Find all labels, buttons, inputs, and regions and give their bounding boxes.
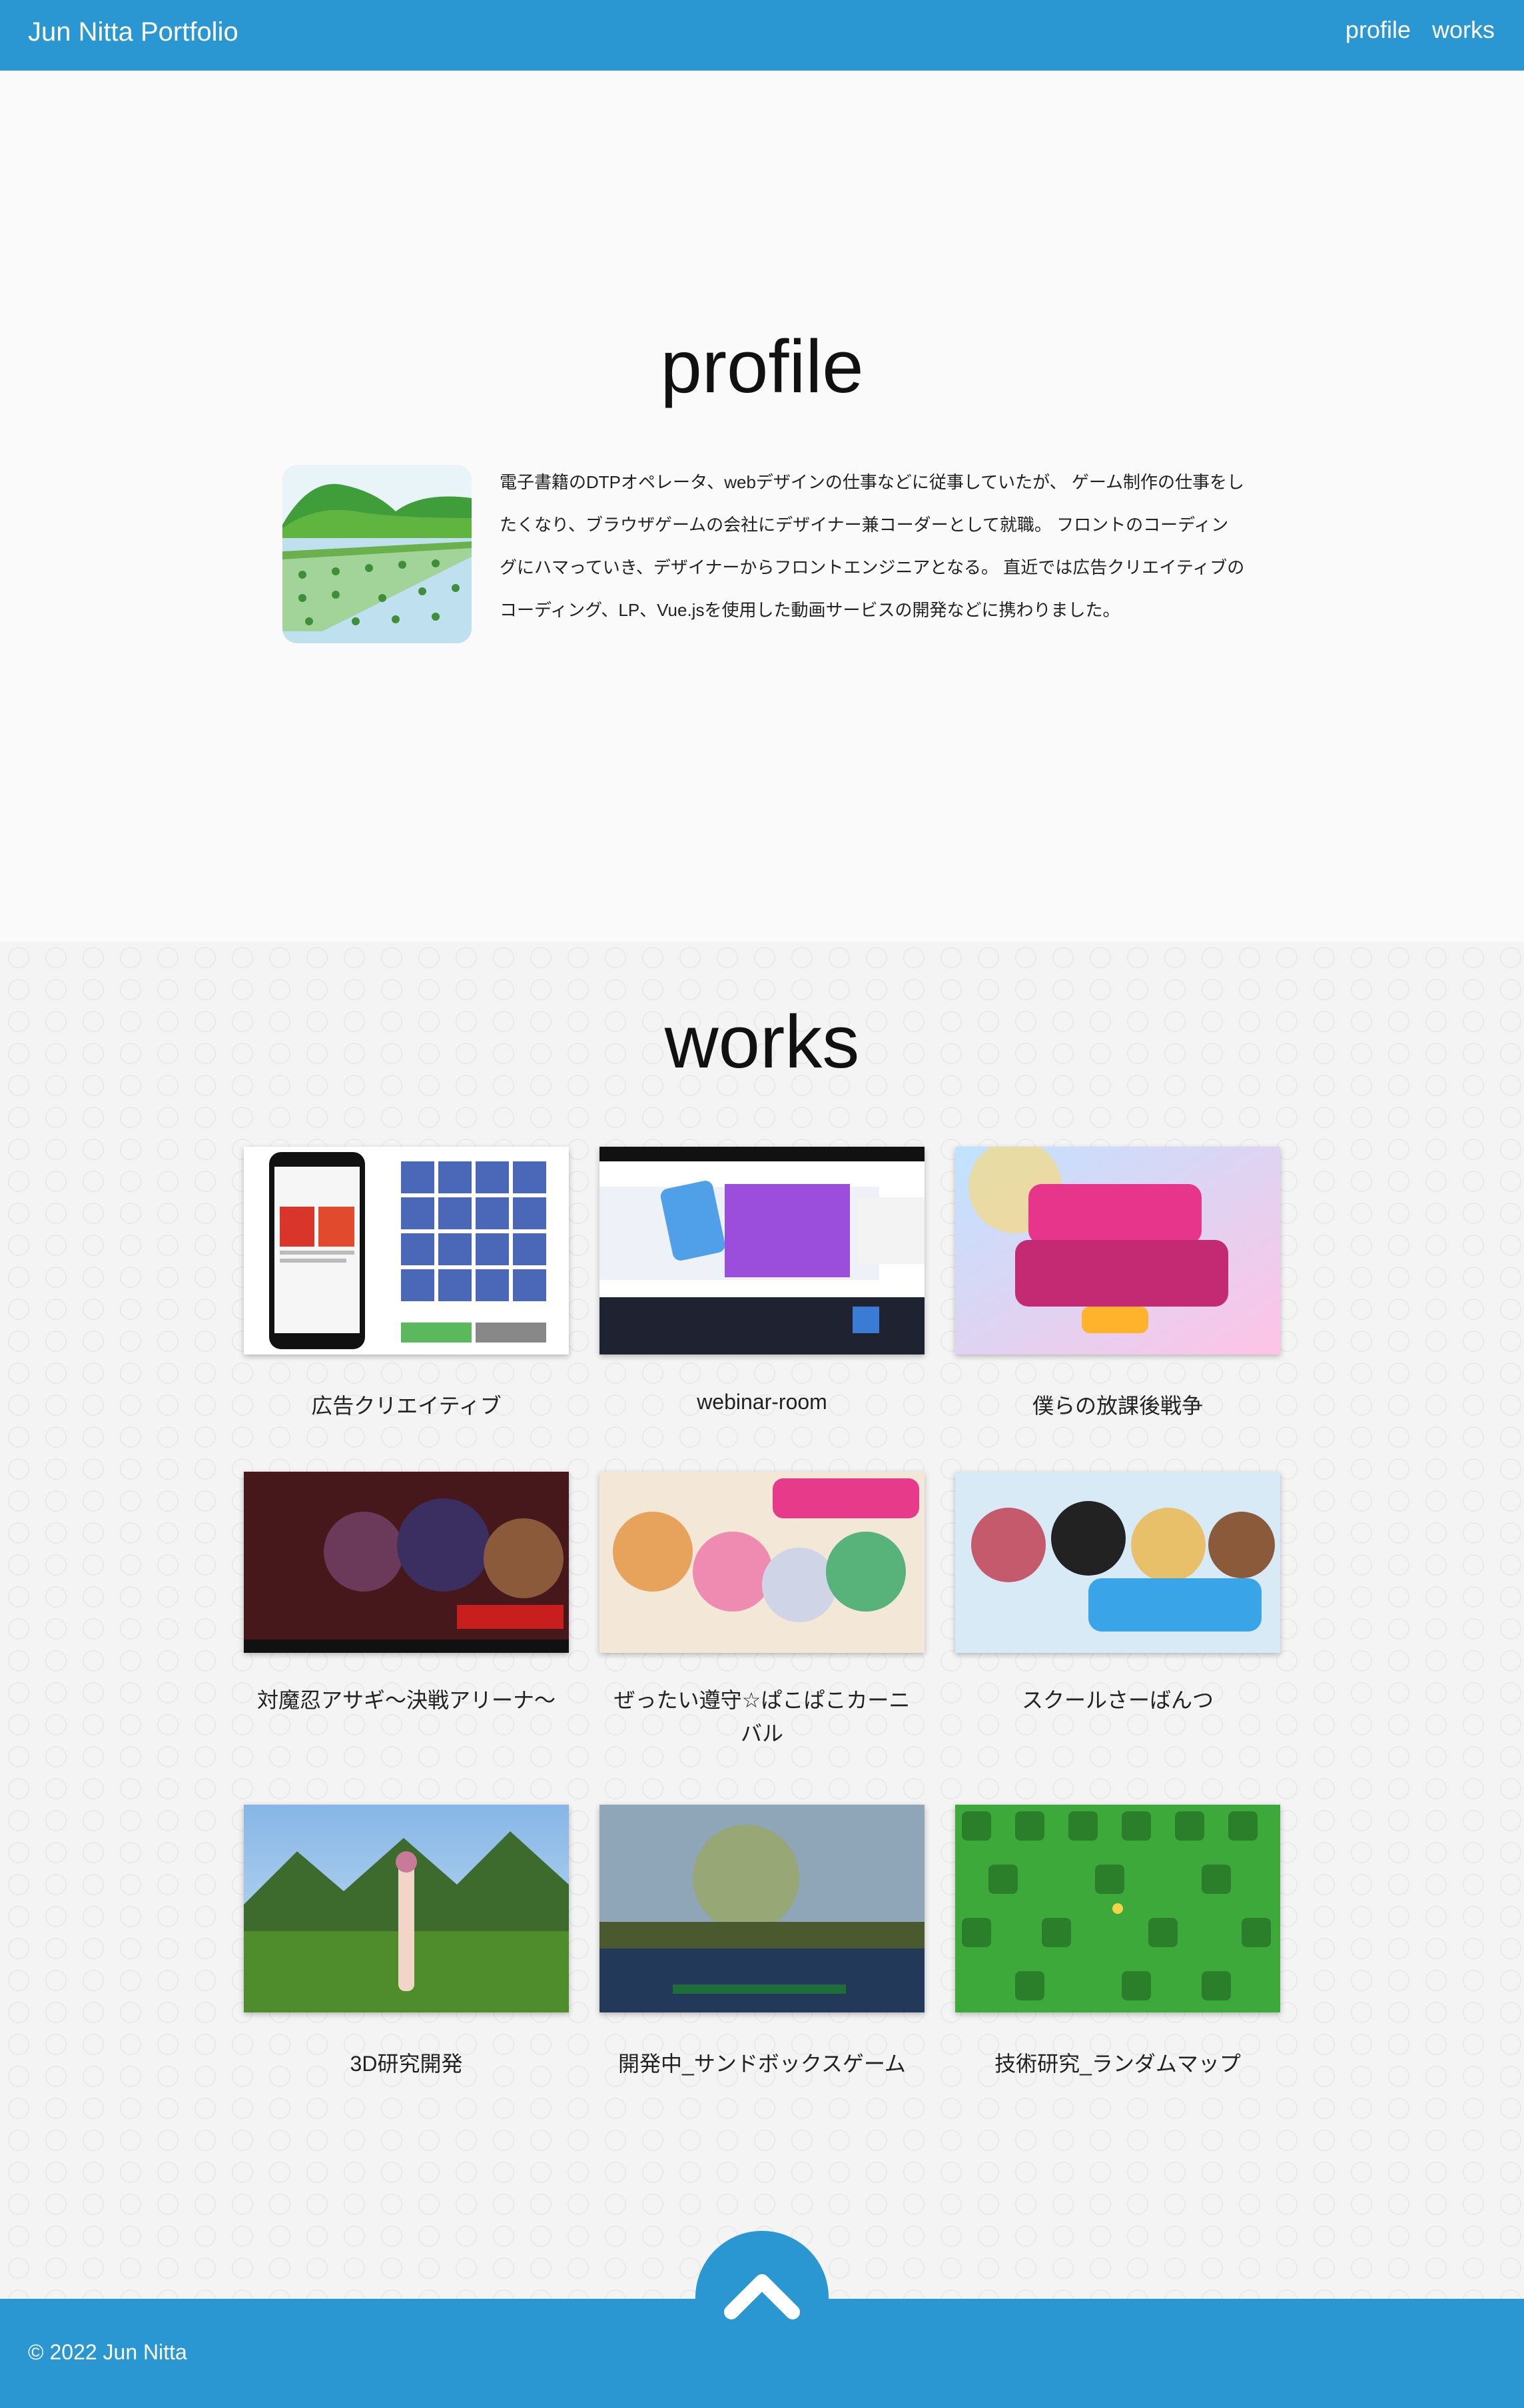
- work-thumbnail: [599, 1472, 925, 1653]
- work-thumbnail: [955, 1147, 1280, 1354]
- brand-link[interactable]: Jun Nitta Portfolio: [28, 17, 238, 47]
- work-card-3d-research[interactable]: 3D研究開発: [244, 1805, 569, 2080]
- work-thumbnail: [244, 1805, 569, 2012]
- work-card-carnival[interactable]: ぜったい遵守☆ぱこぱこカーニバル: [599, 1472, 925, 1750]
- work-label: webinar-room: [697, 1390, 827, 1414]
- chevron-up-icon: [724, 2274, 800, 2319]
- work-label: 技術研究_ランダムマップ: [994, 2052, 1241, 2076]
- work-card-school-servants[interactable]: スクールさーばんつ: [955, 1472, 1280, 1717]
- work-card-taimanin-asagi[interactable]: 対魔忍アサギ〜決戦アリーナ〜: [244, 1472, 569, 1717]
- work-card-sandbox-game[interactable]: 開発中_サンドボックスゲーム: [599, 1805, 925, 2080]
- profile-bio: 電子書籍のDTPオペレータ、webデザインの仕事などに従事していたが、 ゲーム制…: [500, 472, 1245, 620]
- work-thumbnail: [955, 1472, 1280, 1653]
- work-thumbnail: [599, 1147, 925, 1354]
- works-section: works 広告クリエイティブ webinar-room 僕らの放課後戦争 対魔…: [0, 942, 1524, 2299]
- work-card-random-map[interactable]: 技術研究_ランダムマップ: [955, 1805, 1280, 2080]
- work-thumbnail: [599, 1805, 925, 2012]
- copyright-text: © 2022 Jun Nitta: [28, 2340, 187, 2364]
- work-label: スクールさーばんつ: [1021, 1688, 1214, 1712]
- scroll-to-top-button[interactable]: [695, 2231, 829, 2364]
- work-label: 僕らの放課後戦争: [1032, 1394, 1203, 1418]
- work-card-after-school-wars[interactable]: 僕らの放課後戦争: [955, 1147, 1280, 1422]
- work-label: 3D研究開発: [350, 2052, 463, 2076]
- works-title: works: [664, 1000, 860, 1083]
- work-label: 開発中_サンドボックスゲーム: [618, 2052, 906, 2076]
- nav-profile[interactable]: profile: [1345, 16, 1411, 44]
- work-card-webinar-room[interactable]: webinar-room: [599, 1147, 925, 1418]
- profile-title: profile: [660, 325, 864, 408]
- work-thumbnail: [244, 1472, 569, 1653]
- profile-section: profile 電子書籍のDTPオペレータ、webデザインの仕事などに従事してい…: [0, 71, 1524, 942]
- nav-works[interactable]: works: [1432, 16, 1495, 44]
- work-label: 対魔忍アサギ〜決戦アリーナ〜: [256, 1688, 556, 1712]
- work-thumbnail: [955, 1805, 1280, 2012]
- work-label: 広告クリエイティブ: [311, 1394, 502, 1418]
- work-card-ad-creative[interactable]: 広告クリエイティブ: [244, 1147, 569, 1422]
- work-thumbnail: [244, 1147, 569, 1354]
- profile-image: [282, 465, 472, 643]
- work-label: ぜったい遵守☆ぱこぱこカーニバル: [613, 1688, 911, 1745]
- site-header: Jun Nitta Portfolio profile works: [0, 0, 1524, 71]
- main-nav: profile works: [1345, 16, 1495, 44]
